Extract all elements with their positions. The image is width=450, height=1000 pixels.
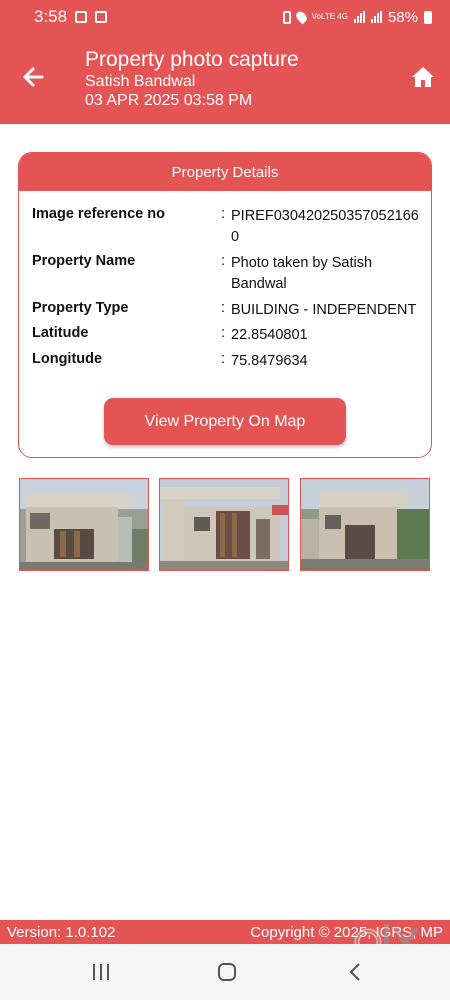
version-text: Version: 1.0.102 — [7, 923, 116, 941]
property-photo-2[interactable] — [159, 478, 289, 571]
detail-value: 22.8540801 — [231, 327, 308, 343]
status-bar: 3:58 VoLTE 4G 58% — [0, 0, 450, 34]
capture-datetime: 03 APR 2025 03:58 PM — [85, 92, 253, 109]
arrow-left-icon — [23, 67, 44, 87]
detail-colon: : — [221, 253, 226, 269]
detail-value: Photo taken by Satish Bandwal — [231, 255, 373, 292]
user-name: Satish Bandwal — [85, 73, 196, 90]
battery-icon — [424, 10, 432, 24]
page-title: Property photo capture — [85, 48, 299, 71]
house-photo-2 — [160, 479, 288, 570]
home-circle-icon — [218, 963, 236, 981]
home-icon — [412, 67, 434, 87]
chevron-left-icon — [349, 963, 360, 981]
signal-2-icon — [370, 11, 382, 23]
status-time: 3:58 — [34, 7, 68, 26]
detail-value: 75.8479634 — [231, 353, 308, 369]
detail-value: PIREF0304202503570521660 — [231, 208, 419, 245]
back-nav-button[interactable] — [342, 960, 368, 984]
battery-percent: 58% — [387, 8, 418, 26]
recent-apps-button[interactable] — [88, 960, 114, 984]
system-navigation-bar — [0, 944, 450, 1000]
home-button[interactable] — [406, 60, 440, 94]
detail-label: Latitude — [32, 325, 89, 341]
back-button[interactable] — [16, 60, 50, 94]
signal-icon — [353, 11, 365, 23]
detail-label: Property Type — [32, 300, 129, 316]
property-photo-3[interactable] — [300, 478, 430, 571]
detail-colon: : — [221, 206, 226, 222]
header-titles: Property photo capture Satish Bandwal 03… — [85, 48, 299, 110]
status-right: VoLTE 4G 58% — [282, 8, 432, 26]
detail-label: Image reference no — [32, 206, 165, 222]
view-property-on-map-button[interactable]: View Property On Map — [104, 398, 346, 445]
app-notification-icon — [95, 11, 108, 23]
network-type: VoLTE 4G — [311, 12, 348, 21]
detail-colon: : — [221, 325, 226, 341]
location-icon — [293, 9, 309, 25]
detail-label: Property Name — [32, 253, 136, 269]
card-title: Property Details — [19, 153, 431, 191]
detail-label: Longitude — [32, 351, 103, 367]
property-photo-1[interactable] — [19, 478, 149, 571]
property-details-card: Property Details Image reference no : PI… — [18, 152, 432, 458]
detail-colon: : — [221, 351, 226, 367]
home-nav-button[interactable] — [214, 960, 240, 984]
detail-value: BUILDING - INDEPENDENT — [231, 302, 417, 318]
app-header: Property photo capture Satish Bandwal 03… — [0, 34, 450, 124]
battery-saver-icon — [282, 10, 291, 24]
house-photo-1 — [20, 479, 148, 570]
status-left: 3:58 — [34, 7, 108, 27]
house-photo-3 — [301, 479, 429, 570]
gallery-notification-icon — [75, 11, 88, 23]
recent-apps-icon — [93, 964, 109, 980]
detail-colon: : — [221, 300, 226, 316]
